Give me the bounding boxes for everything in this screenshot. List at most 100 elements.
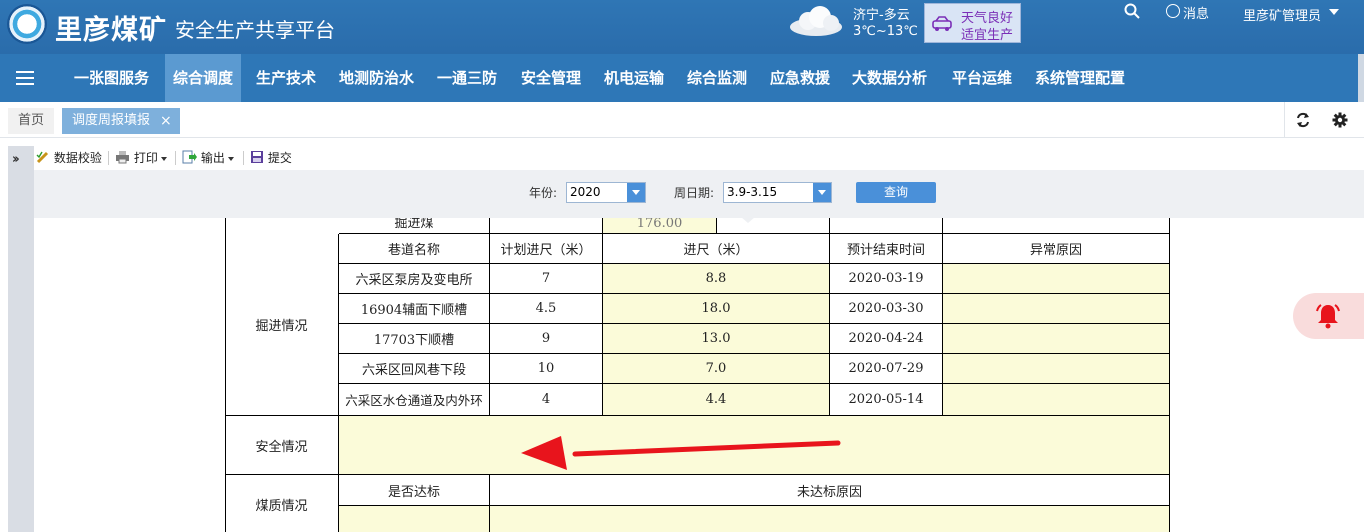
planned-footage-cell: 9 (490, 324, 603, 354)
expected-end-cell: 2020-07-29 (830, 354, 943, 384)
toolbar-divider (108, 151, 109, 165)
nav-item-platform-ops[interactable]: 平台运维 (952, 54, 1012, 102)
weather-temperature: 3℃~13℃ (853, 24, 918, 39)
expected-end-cell: 2020-03-30 (830, 294, 943, 324)
weather-location: 济宁-多云 (853, 8, 910, 23)
actual-footage-cell[interactable]: 8.8 (603, 264, 830, 294)
week-label: 周日期: (674, 186, 715, 200)
chevron-down-icon[interactable] (1329, 9, 1339, 15)
year-label: 年份: (529, 186, 558, 200)
header-abnormal-reason: 异常原因 (943, 234, 1170, 264)
abnormal-reason-input[interactable] (943, 384, 1170, 416)
partial-row-empty (490, 218, 603, 234)
abnormal-reason-input[interactable] (943, 354, 1170, 384)
abnormal-reason-input[interactable] (943, 294, 1170, 324)
abnormal-reason-input[interactable] (943, 324, 1170, 354)
header-meets-standard: 是否达标 (339, 475, 490, 506)
query-button[interactable]: 查询 (856, 182, 936, 203)
actual-footage-cell[interactable]: 18.0 (603, 294, 830, 324)
nav-item-geology-water[interactable]: 地测防治水 (339, 54, 414, 102)
chevron-down-icon (227, 156, 234, 161)
user-menu[interactable]: 里彦矿管理员 (1243, 5, 1321, 24)
expected-end-cell: 2020-05-14 (830, 384, 943, 416)
header-substandard-reason: 未达标原因 (490, 475, 1170, 506)
weekly-report-table: 掘进煤 176.00 掘进情况 巷道名称 计划进尺（米） 进尺（米） 预计结束时… (225, 218, 1171, 532)
search-icon[interactable] (1124, 3, 1140, 19)
gear-icon[interactable] (1332, 112, 1348, 128)
header-planned-footage: 计划进尺（米） (490, 234, 603, 264)
alarm-bell-icon (1316, 304, 1340, 329)
year-value: 2020 (570, 185, 601, 199)
nav-item-system-config[interactable]: 系统管理配置 (1035, 54, 1125, 102)
nav-item-safety-management[interactable]: 安全管理 (521, 54, 581, 102)
tunnel-name-cell: 16904辅面下顺槽 (339, 294, 490, 324)
print-button[interactable]: 打印 (115, 150, 167, 166)
export-button[interactable]: 输出 (182, 150, 234, 166)
hamburger-menu-icon[interactable] (16, 71, 34, 85)
alarm-button[interactable] (1293, 293, 1364, 339)
nav-item-dispatch[interactable]: 综合调度 (165, 54, 242, 102)
substandard-reason-input[interactable] (490, 506, 1170, 532)
tab-home[interactable]: 首页 (8, 108, 54, 134)
export-label: 输出 (200, 151, 225, 165)
scrollbar[interactable] (1358, 54, 1364, 102)
close-icon[interactable]: × (160, 108, 172, 134)
meets-standard-input[interactable] (339, 506, 490, 532)
messages-link[interactable]: 消息 (1183, 3, 1209, 22)
refresh-icon[interactable] (1295, 112, 1311, 128)
annotation-arrow-icon (521, 436, 841, 470)
print-label: 打印 (133, 151, 158, 165)
tab-weekly-report[interactable]: 调度周报填报 × (62, 108, 180, 134)
expected-end-cell: 2020-03-19 (830, 264, 943, 294)
partial-row-empty (830, 218, 943, 234)
chevron-down-icon[interactable] (627, 183, 645, 202)
report-toolbar: 数据校验 打印 输出 提交 (34, 146, 1364, 170)
partial-row-value[interactable]: 176.00 (603, 218, 717, 234)
weather-advice-line2: 适宜生产 (961, 28, 1014, 43)
nav-item-map-service[interactable]: 一张图服务 (74, 54, 149, 102)
tunnel-name-cell: 六采区回风巷下段 (339, 354, 490, 384)
pencil-check-icon (36, 151, 49, 164)
logo-icon (7, 4, 47, 44)
export-icon (182, 150, 197, 164)
tunnel-name-cell: 六采区泵房及变电所 (339, 264, 490, 294)
header-tunnel-name: 巷道名称 (339, 234, 490, 264)
nav-item-emergency[interactable]: 应急救援 (770, 54, 830, 102)
safety-section-label: 安全情况 (225, 416, 339, 475)
weather-advice-badge: 天气良好 适宜生产 (924, 3, 1021, 43)
excavation-section-label: 掘进情况 (225, 234, 339, 416)
abnormal-reason-input[interactable] (943, 264, 1170, 294)
expected-end-cell: 2020-04-24 (830, 324, 943, 354)
actual-footage-cell[interactable]: 7.0 (603, 354, 830, 384)
chevron-down-icon[interactable] (813, 183, 831, 202)
message-icon[interactable] (1166, 4, 1180, 18)
nav-item-ventilation[interactable]: 一通三防 (437, 54, 497, 102)
tab-tools (1284, 102, 1364, 138)
tunnel-name-cell: 17703下顺槽 (339, 324, 490, 354)
toolbar-divider (175, 151, 176, 165)
actual-footage-cell[interactable]: 13.0 (603, 324, 830, 354)
app-header: 里彦煤矿 安全生产共享平台 济宁-多云 3℃~13℃ 天气良好 适宜生产 消息 … (0, 0, 1364, 54)
nav-item-production-tech[interactable]: 生产技术 (256, 54, 316, 102)
submit-label: 提交 (267, 151, 292, 165)
validate-button[interactable]: 数据校验 (36, 150, 102, 166)
nav-item-big-data[interactable]: 大数据分析 (852, 54, 927, 102)
partial-row-label: 掘进煤 (339, 218, 490, 234)
double-chevron-right-icon[interactable]: ›› (12, 152, 20, 167)
week-select[interactable]: 3.9-3.15 (723, 182, 832, 203)
year-select[interactable]: 2020 (566, 182, 646, 203)
tab-weekly-report-label: 调度周报填报 (72, 113, 151, 128)
submit-button[interactable]: 提交 (250, 150, 292, 166)
nav-item-monitoring[interactable]: 综合监测 (687, 54, 747, 102)
side-panel-toggle[interactable]: ›› (8, 146, 34, 532)
actual-footage-cell[interactable]: 4.4 (603, 384, 830, 416)
header-expected-end: 预计结束时间 (830, 234, 943, 264)
planned-footage-cell: 10 (490, 354, 603, 384)
mining-vehicle-icon (932, 16, 952, 31)
save-icon (251, 151, 263, 163)
query-bar: 年份: 2020 周日期: 3.9-3.15 查询 (34, 170, 1364, 223)
partial-row-empty (717, 218, 830, 234)
nav-item-electromechanical[interactable]: 机电运输 (604, 54, 664, 102)
platform-subtitle: 安全生产共享平台 (175, 18, 335, 42)
partial-row-empty (943, 218, 1170, 234)
